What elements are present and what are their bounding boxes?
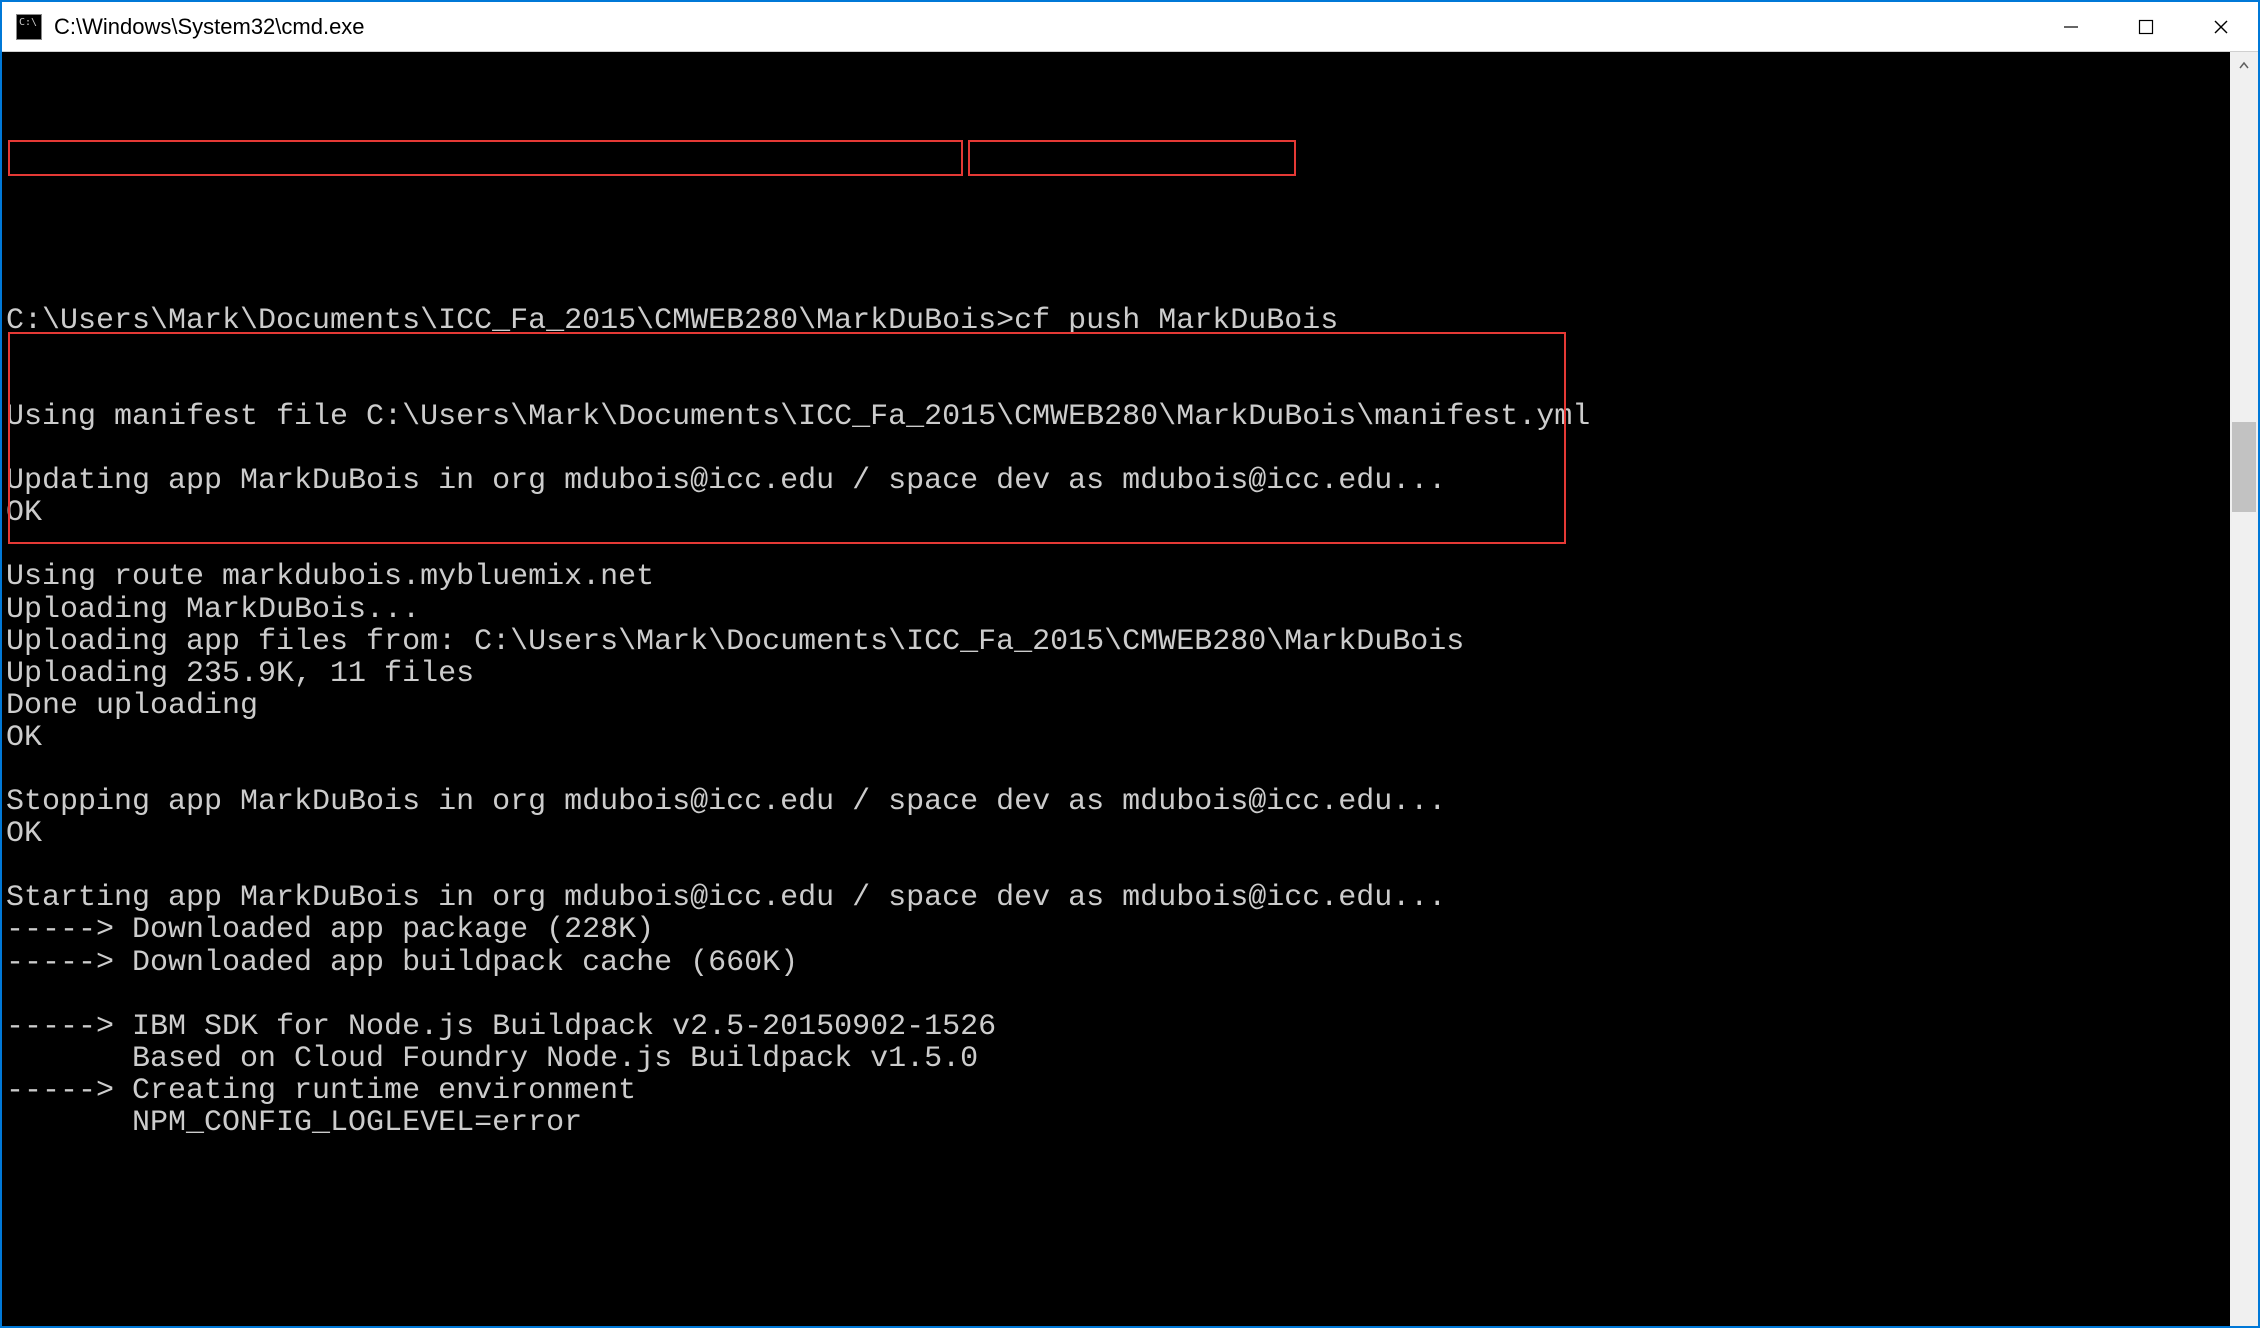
- terminal-line: Using manifest file C:\Users\Mark\Docume…: [6, 401, 2226, 433]
- terminal-content: C:\Users\Mark\Documents\ICC_Fa_2015\CMWE…: [6, 144, 2226, 1203]
- terminal-line: [6, 754, 2226, 786]
- prompt-line: C:\Users\Mark\Documents\ICC_Fa_2015\CMWE…: [6, 305, 2226, 337]
- minimize-button[interactable]: [2033, 2, 2108, 51]
- terminal-line: Uploading app files from: C:\Users\Mark\…: [6, 626, 2226, 658]
- terminal-line: -----> Downloaded app buildpack cache (6…: [6, 947, 2226, 979]
- highlight-prompt: [8, 140, 963, 176]
- terminal-line: [6, 433, 2226, 465]
- terminal-line: Uploading 235.9K, 11 files: [6, 658, 2226, 690]
- terminal-output: Using manifest file C:\Users\Mark\Docume…: [6, 401, 2226, 1139]
- close-button[interactable]: [2183, 2, 2258, 51]
- scroll-up-arrow[interactable]: [2230, 52, 2258, 80]
- terminal-line: Updating app MarkDuBois in org mdubois@i…: [6, 465, 2226, 497]
- command-text: cf push MarkDuBois: [1014, 304, 1338, 338]
- terminal-line: -----> Creating runtime environment: [6, 1075, 2226, 1107]
- terminal-line: [6, 850, 2226, 882]
- terminal-line: NPM_CONFIG_LOGLEVEL=error: [6, 1107, 2226, 1139]
- maximize-button[interactable]: [2108, 2, 2183, 51]
- cmd-icon: [16, 14, 42, 40]
- prompt-text: C:\Users\Mark\Documents\ICC_Fa_2015\CMWE…: [6, 304, 1014, 338]
- window-title: C:\Windows\System32\cmd.exe: [54, 14, 2033, 40]
- terminal-line: -----> IBM SDK for Node.js Buildpack v2.…: [6, 1011, 2226, 1043]
- terminal-line: Stopping app MarkDuBois in org mdubois@i…: [6, 786, 2226, 818]
- cmd-window: C:\Windows\System32\cmd.exe C:\Users\Mar…: [0, 0, 2260, 1328]
- scroll-thumb[interactable]: [2232, 422, 2256, 512]
- client-area: C:\Users\Mark\Documents\ICC_Fa_2015\CMWE…: [2, 52, 2258, 1326]
- terminal-line: -----> Downloaded app package (228K): [6, 914, 2226, 946]
- terminal[interactable]: C:\Users\Mark\Documents\ICC_Fa_2015\CMWE…: [2, 52, 2230, 1326]
- terminal-line: Done uploading: [6, 690, 2226, 722]
- terminal-line: OK: [6, 497, 2226, 529]
- terminal-line: Uploading MarkDuBois...: [6, 594, 2226, 626]
- terminal-line: [6, 529, 2226, 561]
- highlight-command: [968, 140, 1296, 176]
- window-controls: [2033, 2, 2258, 51]
- terminal-line: [6, 979, 2226, 1011]
- terminal-line: OK: [6, 722, 2226, 754]
- terminal-line: Using route markdubois.mybluemix.net: [6, 561, 2226, 593]
- titlebar[interactable]: C:\Windows\System32\cmd.exe: [2, 2, 2258, 52]
- vertical-scrollbar[interactable]: [2230, 52, 2258, 1326]
- terminal-line: OK: [6, 818, 2226, 850]
- terminal-line: Based on Cloud Foundry Node.js Buildpack…: [6, 1043, 2226, 1075]
- terminal-line: Starting app MarkDuBois in org mdubois@i…: [6, 882, 2226, 914]
